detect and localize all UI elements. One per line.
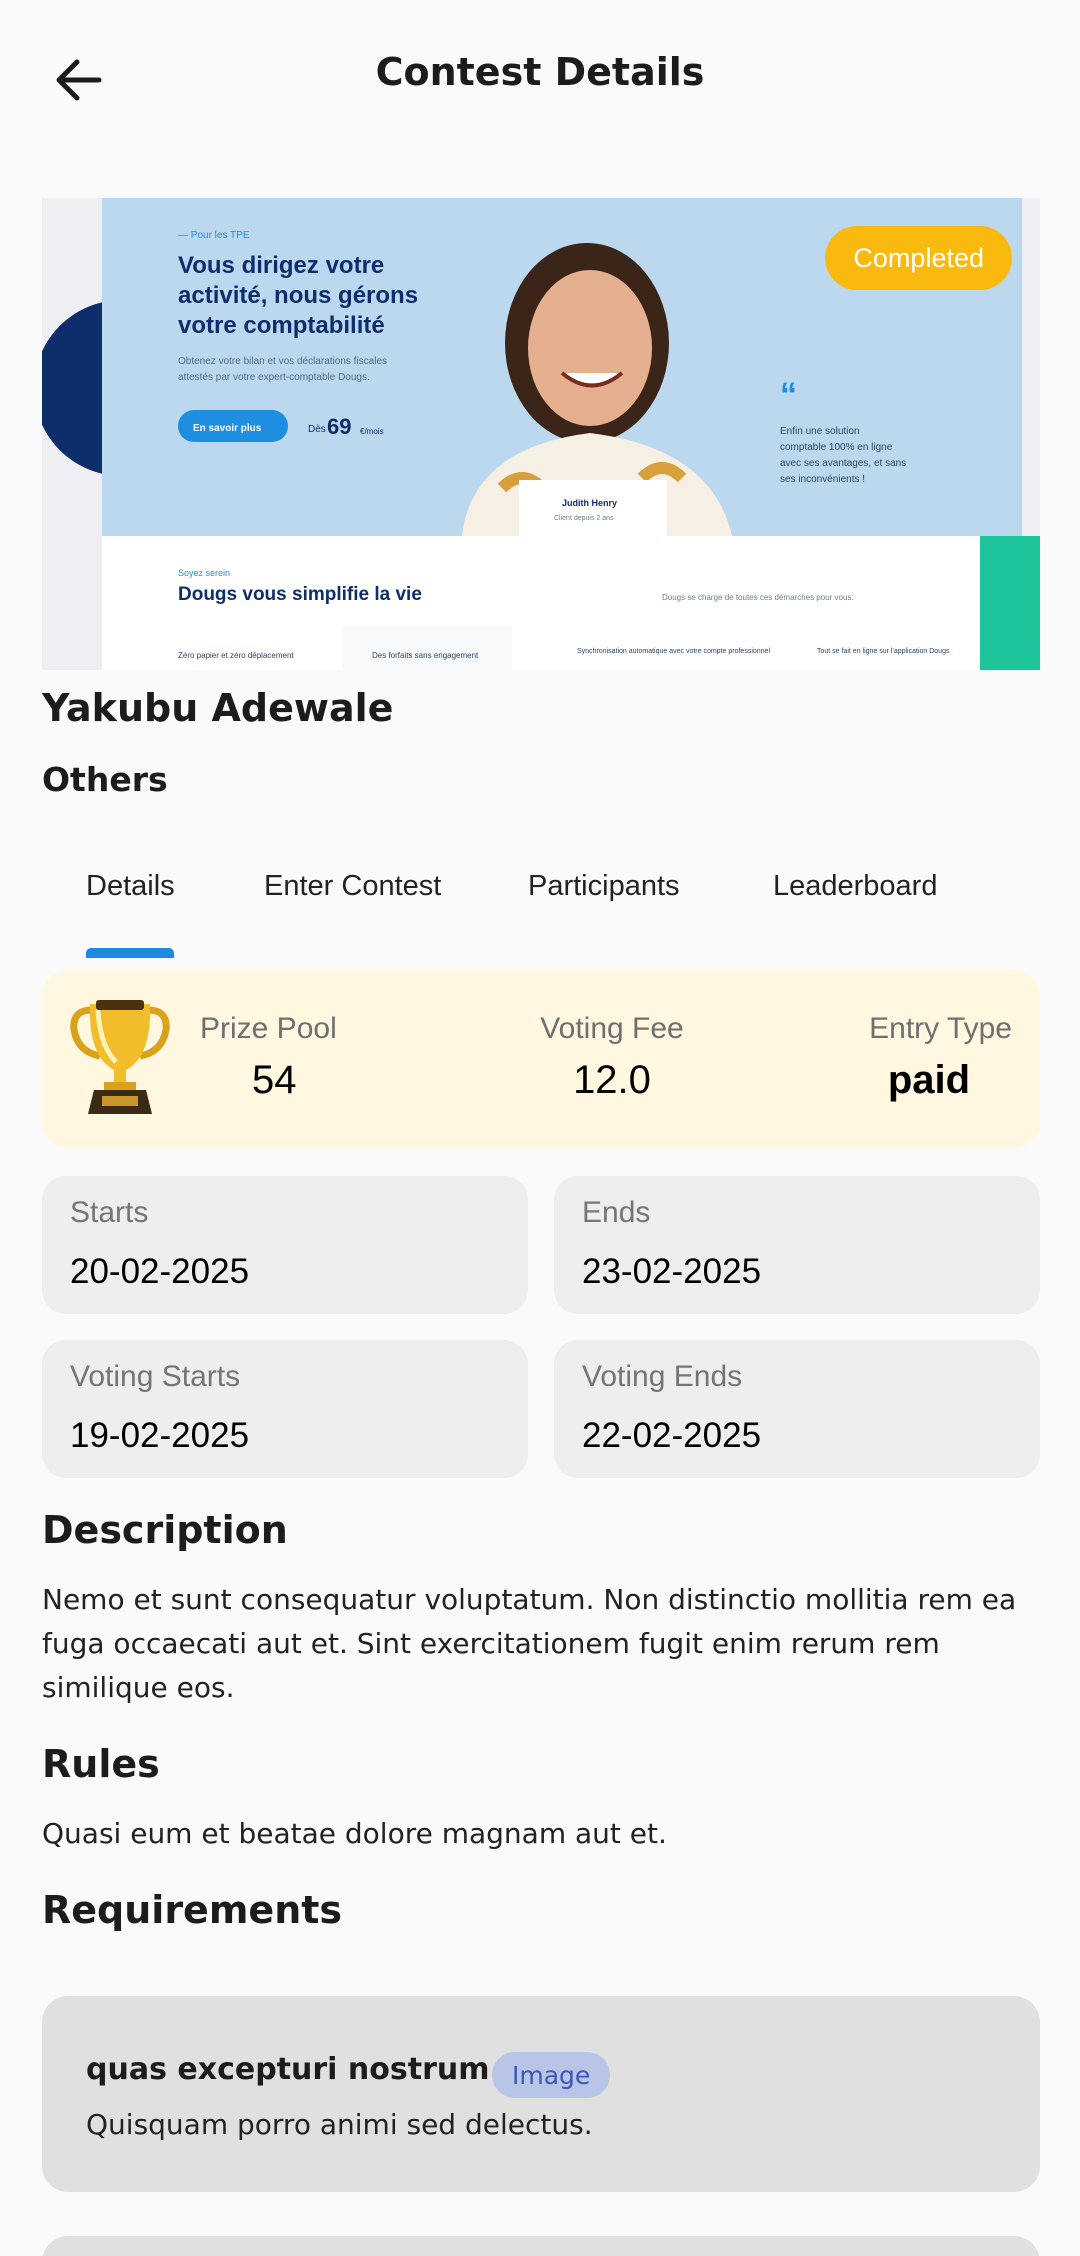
banner-headline-2: activité, nous gérons [178,282,418,309]
banner-cta: En savoir plus [193,423,262,434]
voting-starts-label: Voting Starts [70,1360,241,1393]
banner-kicker: — Pour les TPE [178,230,250,241]
voting-fee-stat: Voting Fee 12.0 [522,1012,702,1103]
tab-label: Participants [528,870,680,902]
description-line: similique eos. [42,1671,235,1704]
tab-details[interactable]: Details [86,858,175,958]
banner-section-kicker: Soyez serein [178,568,230,578]
banner-headline-1: Vous dirigez votre [178,252,384,279]
starts-label: Starts [70,1196,149,1229]
starts-card: Starts 20-02-2025 [42,1176,528,1314]
banner-price-suffix: €/mois [360,427,384,436]
ends-value: 23-02-2025 [582,1252,762,1291]
contest-owner-name: Yakubu Adewale [42,686,394,730]
prize-card: Prize Pool 54 Voting Fee 12.0 Entry Type… [42,970,1040,1148]
requirement-description: Quisquam porro animi sed delectus. [86,2108,593,2141]
banner-subtext-2: attestés par votre expert-comptable Doug… [178,372,370,383]
tab-label: Enter Contest [264,870,442,902]
quote-icon: “ [780,376,797,414]
trophy-icon [70,1000,170,1114]
voting-ends-label: Voting Ends [582,1360,743,1393]
prize-pool-label: Prize Pool [200,1012,337,1045]
requirement-name: quas excepturi nostrum [86,2052,490,2087]
tab-label: Details [86,870,175,902]
ends-label: Ends [582,1196,651,1229]
starts-value: 20-02-2025 [70,1252,250,1291]
banner-section-heading: Dougs vous simplifie la vie [178,584,422,605]
banner-price: 69 [327,414,351,439]
requirements-heading: Requirements [42,1888,343,1932]
banner-subtext-1: Obtenez votre bilan et vos déclarations … [178,356,387,367]
contest-category: Others [42,760,168,799]
voting-ends-value: 22-02-2025 [582,1416,762,1455]
ends-card: Ends 23-02-2025 [554,1176,1040,1314]
description-heading: Description [42,1508,288,1552]
banner-person-caption: Client depuis 2 ans [554,515,614,522]
tab-label: Leaderboard [773,870,938,902]
banner-quote-3: avec ses avantages, et sans [780,458,906,469]
rules-text: Quasi eum et beatae dolore magnam aut et… [42,1817,667,1850]
banner-headline-3: votre comptabilité [178,312,385,339]
voting-ends-card: Voting Ends 22-02-2025 [554,1340,1040,1478]
banner-person-name: Judith Henry [562,498,617,508]
entry-type-label: Entry Type [869,1012,1012,1045]
voting-fee-value: 12.0 [573,1058,651,1102]
description-line: Nemo et sunt consequatur voluptatum. Non… [42,1583,1017,1616]
requirement-card[interactable] [42,2236,1040,2256]
tab-participants[interactable]: Participants [528,858,680,958]
prize-pool-value: 54 [252,1058,297,1102]
rules-heading: Rules [42,1742,160,1786]
voting-fee-label: Voting Fee [540,1012,684,1045]
banner-feature-3: Synchronisation automatique avec votre c… [577,648,770,655]
voting-starts-card: Voting Starts 19-02-2025 [42,1340,528,1478]
requirement-type-chip: Image [492,2052,611,2098]
page-title: Contest Details [375,50,705,94]
contest-banner-image: — Pour les TPE Vous dirigez votre activi… [42,198,1040,670]
banner-quote-1: Enfin une solution [780,426,860,437]
active-tab-indicator [86,948,174,958]
banner-feature-2: Des forfaits sans engagement [372,651,479,660]
app-bar: Contest Details [0,0,1080,160]
voting-starts-value: 19-02-2025 [70,1416,250,1455]
contest-details-screen: Contest Details — Pour les TPE Vous diri… [0,0,1080,2256]
banner-quote-4: ses inconvénients ! [780,474,865,485]
requirement-card[interactable]: quas excepturi nostrum Image Quisquam po… [42,1996,1040,2192]
prize-pool-stat: Prize Pool 54 [200,1012,400,1103]
banner-price-prefix: Dès [308,424,326,435]
banner-quote-2: comptable 100% en ligne [780,442,893,453]
banner-feature-4: Tout se fait en ligne sur l'application … [817,648,950,655]
description-text: Nemo et sunt consequatur voluptatum. Non… [42,1578,1040,1710]
banner-section-right: Dougs se charge de toutes ces démarches … [662,593,854,602]
tab-enter-contest[interactable]: Enter Contest [264,858,441,958]
status-badge: Completed [825,226,1012,290]
banner-feature-1: Zéro papier et zéro déplacement [178,651,294,660]
description-line: fuga occaecati aut et. Sint exercitation… [42,1627,940,1660]
entry-type-value: paid [887,1058,971,1102]
tab-bar: Details Enter Contest Participants Leade… [42,858,1040,958]
entry-type-stat: Entry Type paid [822,1012,1012,1103]
tab-leaderboard[interactable]: Leaderboard [773,858,937,958]
